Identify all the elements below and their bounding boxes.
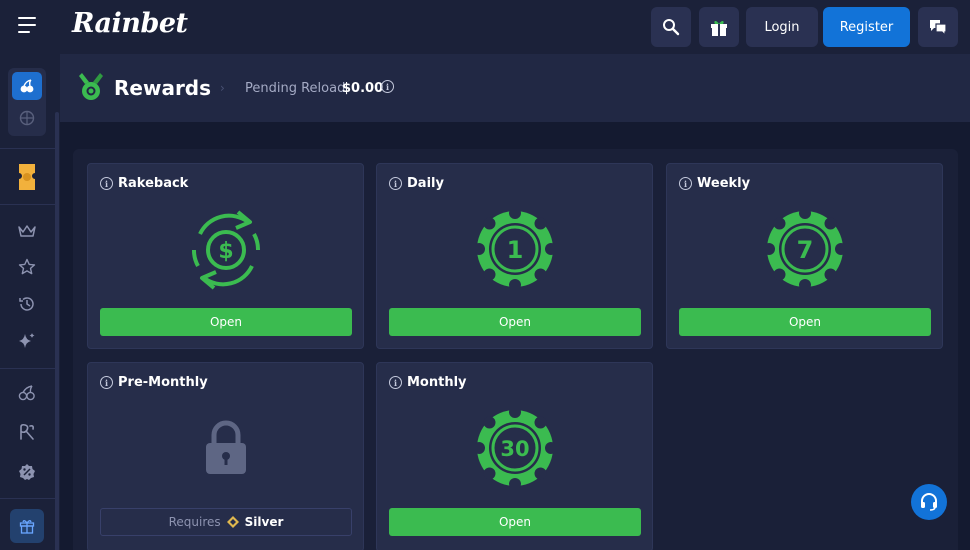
sidebar-item-promotions[interactable] <box>14 459 40 485</box>
ticket-icon <box>19 164 35 190</box>
requires-tier: Requires Silver <box>100 508 352 536</box>
info-icon[interactable]: i <box>389 177 402 190</box>
sidebar-item-sports[interactable] <box>12 104 42 132</box>
reward-title: Daily <box>407 176 444 191</box>
chat-icon <box>930 20 947 36</box>
sidebar-item-ticket[interactable] <box>14 164 40 190</box>
info-icon[interactable]: i <box>100 177 113 190</box>
chip-value: 1 <box>507 236 524 264</box>
sidebar-divider <box>0 148 55 149</box>
search-icon <box>663 19 680 36</box>
silver-diamond-icon <box>226 516 239 528</box>
sidebar-item-originals[interactable] <box>14 419 40 445</box>
reward-card-weekly: i Weekly 7 Open <box>666 163 943 349</box>
sidebar-divider <box>0 204 55 205</box>
sidebar-mode-switch <box>8 68 46 136</box>
menu-icon[interactable] <box>18 17 40 37</box>
poker-chip-icon: 1 <box>475 209 555 289</box>
chip-value: 7 <box>797 236 814 264</box>
rainbet-logo[interactable]: Rainbet <box>72 8 188 39</box>
page-title: Rewards <box>114 76 212 100</box>
svg-text:$: $ <box>218 239 233 264</box>
crown-icon <box>18 225 36 237</box>
sidebar-item-favorites[interactable] <box>14 254 40 280</box>
chat-button[interactable] <box>918 7 958 47</box>
gift-button[interactable] <box>699 7 739 47</box>
gift-icon <box>711 20 727 36</box>
chip-value: 30 <box>500 437 529 461</box>
pending-reload-label: Pending Reload <box>245 81 346 96</box>
rewards-header: Rewards › Pending Reload $0.00 i <box>60 54 970 122</box>
poker-chip-icon: 30 <box>475 408 555 488</box>
reward-title: Monthly <box>407 375 467 390</box>
lock-icon <box>206 420 246 474</box>
reward-title: Pre-Monthly <box>118 375 208 390</box>
headset-icon <box>921 493 937 511</box>
reward-card-rakeback: i Rakeback $ Open <box>87 163 364 349</box>
open-button[interactable]: Open <box>389 508 641 536</box>
login-button[interactable]: Login <box>746 7 818 47</box>
support-chat-button[interactable] <box>911 484 947 520</box>
requires-label: Requires <box>168 515 221 529</box>
search-button[interactable] <box>651 7 691 47</box>
reward-title: Weekly <box>697 176 751 191</box>
sidebar-divider <box>0 498 55 499</box>
sidebar-item-recent[interactable] <box>14 291 40 317</box>
open-button[interactable]: Open <box>679 308 931 336</box>
medal-icon <box>79 73 103 100</box>
chevron-right-icon: › <box>220 81 225 95</box>
rewards-panel: i Rakeback $ Open i Daily 1 Open i Weekly <box>73 149 958 550</box>
open-button[interactable]: Open <box>100 308 352 336</box>
poker-chip-icon: 7 <box>765 209 845 289</box>
rakeback-icon: $ <box>191 210 261 290</box>
sidebar-item-vip[interactable] <box>14 218 40 244</box>
history-icon <box>19 297 34 311</box>
sparkle-icon <box>19 333 35 348</box>
gift-icon <box>19 520 35 534</box>
sidebar-item-casino[interactable] <box>12 72 42 100</box>
sidebar-scrollbar[interactable] <box>55 112 59 550</box>
reward-card-daily: i Daily 1 Open <box>376 163 653 349</box>
reward-card-pre-monthly: i Pre-Monthly Requires Silver <box>87 362 364 550</box>
info-icon[interactable]: i <box>679 177 692 190</box>
reward-card-monthly: i Monthly 30 Open <box>376 362 653 550</box>
badge-icon <box>19 464 35 480</box>
info-icon[interactable]: i <box>381 80 394 93</box>
star-icon <box>18 258 36 275</box>
rainbet-icon <box>20 423 34 440</box>
sidebar-item-rewards[interactable] <box>10 509 44 543</box>
top-bar: Rainbet Login Register <box>0 0 970 54</box>
sidebar-divider <box>0 368 55 369</box>
sidebar-item-new[interactable] <box>14 328 40 354</box>
basketball-icon <box>19 110 35 126</box>
reward-title: Rakeback <box>118 176 189 191</box>
register-button[interactable]: Register <box>823 7 910 47</box>
sidebar-item-slots[interactable] <box>14 380 40 406</box>
pending-reload-value: $0.00 <box>342 81 384 96</box>
cherry-icon <box>20 79 34 93</box>
requires-tier-name: Silver <box>244 515 284 529</box>
info-icon[interactable]: i <box>389 376 402 389</box>
sidebar <box>0 54 60 550</box>
open-button[interactable]: Open <box>389 308 641 336</box>
cherry-icon <box>18 385 35 401</box>
info-icon[interactable]: i <box>100 376 113 389</box>
